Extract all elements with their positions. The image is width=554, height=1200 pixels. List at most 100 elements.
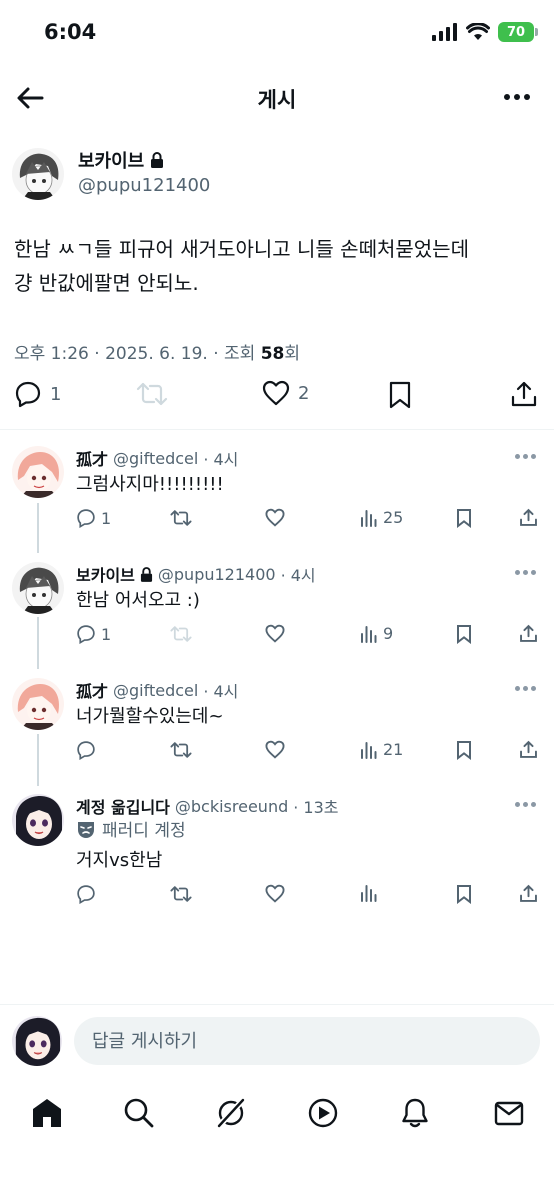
reply-like-button[interactable] (265, 624, 285, 643)
analytics-icon (361, 741, 377, 759)
page-title: 게시 (257, 88, 297, 112)
reply-time: · 13초 (293, 798, 339, 817)
reply-author-name[interactable]: 孤才 (76, 678, 108, 702)
view-count: 58 (260, 344, 285, 364)
reply-text: 한남 어서오고 :) (76, 590, 200, 611)
reply-reply-button[interactable]: 1 (76, 508, 111, 528)
header: 게시 (0, 72, 554, 122)
lock-icon (140, 566, 152, 582)
reply-repost-button[interactable] (170, 624, 192, 644)
author-handle[interactable]: @pupu121400 (78, 175, 210, 196)
reply-actions (0, 884, 554, 908)
repost-icon (136, 382, 168, 406)
reply-share-button[interactable] (519, 740, 538, 759)
reply-bookmark-button[interactable] (456, 740, 472, 760)
reply-avatar[interactable] (12, 678, 64, 730)
reply-repost-button[interactable] (170, 884, 192, 904)
heart-icon (265, 884, 285, 903)
reply-author-name[interactable]: 孤才 (76, 446, 108, 470)
reply-item[interactable]: 보카이브 @pupu121400 · 4시 한남 어서오고 :) 1 9 (0, 562, 554, 662)
reply-author-name[interactable]: 보카이브 (76, 562, 135, 586)
reply-icon (15, 381, 41, 408)
reply-author-name[interactable]: 계정 옮깁니다 (76, 794, 170, 818)
reply-reply-button[interactable] (76, 884, 96, 904)
repost-button[interactable] (136, 380, 168, 408)
like-count: 2 (298, 382, 310, 404)
reply-share-button[interactable] (519, 884, 538, 903)
nav-search[interactable] (122, 1096, 156, 1130)
bookmark-button[interactable] (388, 380, 412, 410)
reply-reply-button[interactable] (76, 740, 96, 760)
status-time: 6:04 (44, 20, 97, 44)
wifi-icon (466, 23, 490, 40)
bottom-nav (0, 1088, 554, 1140)
reply-button[interactable]: 1 (14, 380, 61, 408)
nav-home[interactable] (30, 1096, 64, 1130)
repost-icon (170, 742, 192, 758)
reply-repost-button[interactable] (170, 740, 192, 760)
nav-grok[interactable] (214, 1096, 248, 1130)
reply-bookmark-button[interactable] (456, 508, 472, 528)
bookmark-icon (457, 885, 471, 904)
reply-bookmark-button[interactable] (456, 884, 472, 904)
like-button[interactable]: 2 (262, 380, 309, 406)
heart-icon (265, 624, 285, 643)
author-avatar[interactable] (12, 148, 64, 200)
current-user-avatar[interactable] (12, 1016, 62, 1066)
nav-video[interactable] (306, 1096, 340, 1130)
reply-input[interactable] (74, 1017, 540, 1065)
nav-notifications[interactable] (398, 1096, 432, 1130)
bookmark-icon (457, 741, 471, 760)
reply-bookmark-button[interactable] (456, 624, 472, 644)
reply-author-handle[interactable]: @bckisreeund (175, 797, 288, 816)
share-icon (520, 508, 537, 526)
reply-repost-button[interactable] (170, 508, 192, 528)
reply-views-button[interactable]: 25 (360, 508, 403, 527)
reply-view-count: 21 (383, 740, 404, 759)
reply-views-button[interactable]: 21 (360, 740, 403, 759)
reply-like-button[interactable] (265, 884, 285, 903)
post-text-line: 걍 반값에팔면 안되노. (14, 271, 199, 295)
video-icon (308, 1098, 338, 1128)
reply-more-button[interactable] (515, 454, 536, 459)
reply-more-button[interactable] (515, 686, 536, 691)
reply-avatar[interactable] (12, 794, 64, 846)
bookmark-icon (389, 381, 411, 409)
reply-icon (77, 741, 95, 760)
analytics-icon (361, 509, 377, 527)
repost-icon (170, 886, 192, 902)
signal-icon (432, 23, 457, 41)
reply-header: 孤才 @giftedcel · 4시 (76, 678, 238, 702)
reply-avatar[interactable] (12, 446, 64, 498)
share-button[interactable] (510, 380, 538, 408)
post-timestamp: 오후 1:26 · 2025. 6. 19. · 조회 (14, 344, 261, 364)
search-icon (124, 1098, 154, 1128)
reply-share-button[interactable] (519, 624, 538, 643)
view-suffix: 회 (284, 344, 301, 364)
reply-like-button[interactable] (265, 740, 285, 759)
reply-item[interactable]: 孤才 @giftedcel · 4시 그럼사지마!!!!!!!!! 1 25 (0, 446, 554, 546)
reply-views-button[interactable]: 9 (360, 624, 393, 643)
reply-time: · 4시 (280, 566, 316, 585)
more-options-button[interactable] (504, 94, 530, 100)
more-dot (524, 94, 530, 100)
author-name: 보카이브 (78, 151, 145, 172)
reply-author-handle[interactable]: @pupu121400 (158, 565, 276, 584)
reply-author-handle[interactable]: @giftedcel (113, 681, 198, 700)
reply-time: · 4시 (203, 450, 239, 469)
reply-composer[interactable] (74, 1017, 540, 1065)
mask-icon (78, 821, 94, 838)
reply-reply-button[interactable]: 1 (76, 624, 111, 644)
reply-share-button[interactable] (519, 508, 538, 527)
reply-more-button[interactable] (515, 570, 536, 575)
reply-more-button[interactable] (515, 802, 536, 807)
nav-messages[interactable] (492, 1096, 526, 1130)
reply-views-button[interactable] (360, 884, 378, 902)
reply-item[interactable]: 孤才 @giftedcel · 4시 너가뭘할수있는데~ 21 (0, 678, 554, 778)
reply-actions: 1 25 (0, 508, 554, 532)
reply-author-handle[interactable]: @giftedcel (113, 449, 198, 468)
reply-like-button[interactable] (265, 508, 285, 527)
reply-avatar[interactable] (12, 562, 64, 614)
reply-item[interactable]: 계정 옮깁니다 @bckisreeund · 13초 패러디 계정 거지vs한남 (0, 794, 554, 914)
author-name-row[interactable]: 보카이브 (78, 147, 164, 173)
